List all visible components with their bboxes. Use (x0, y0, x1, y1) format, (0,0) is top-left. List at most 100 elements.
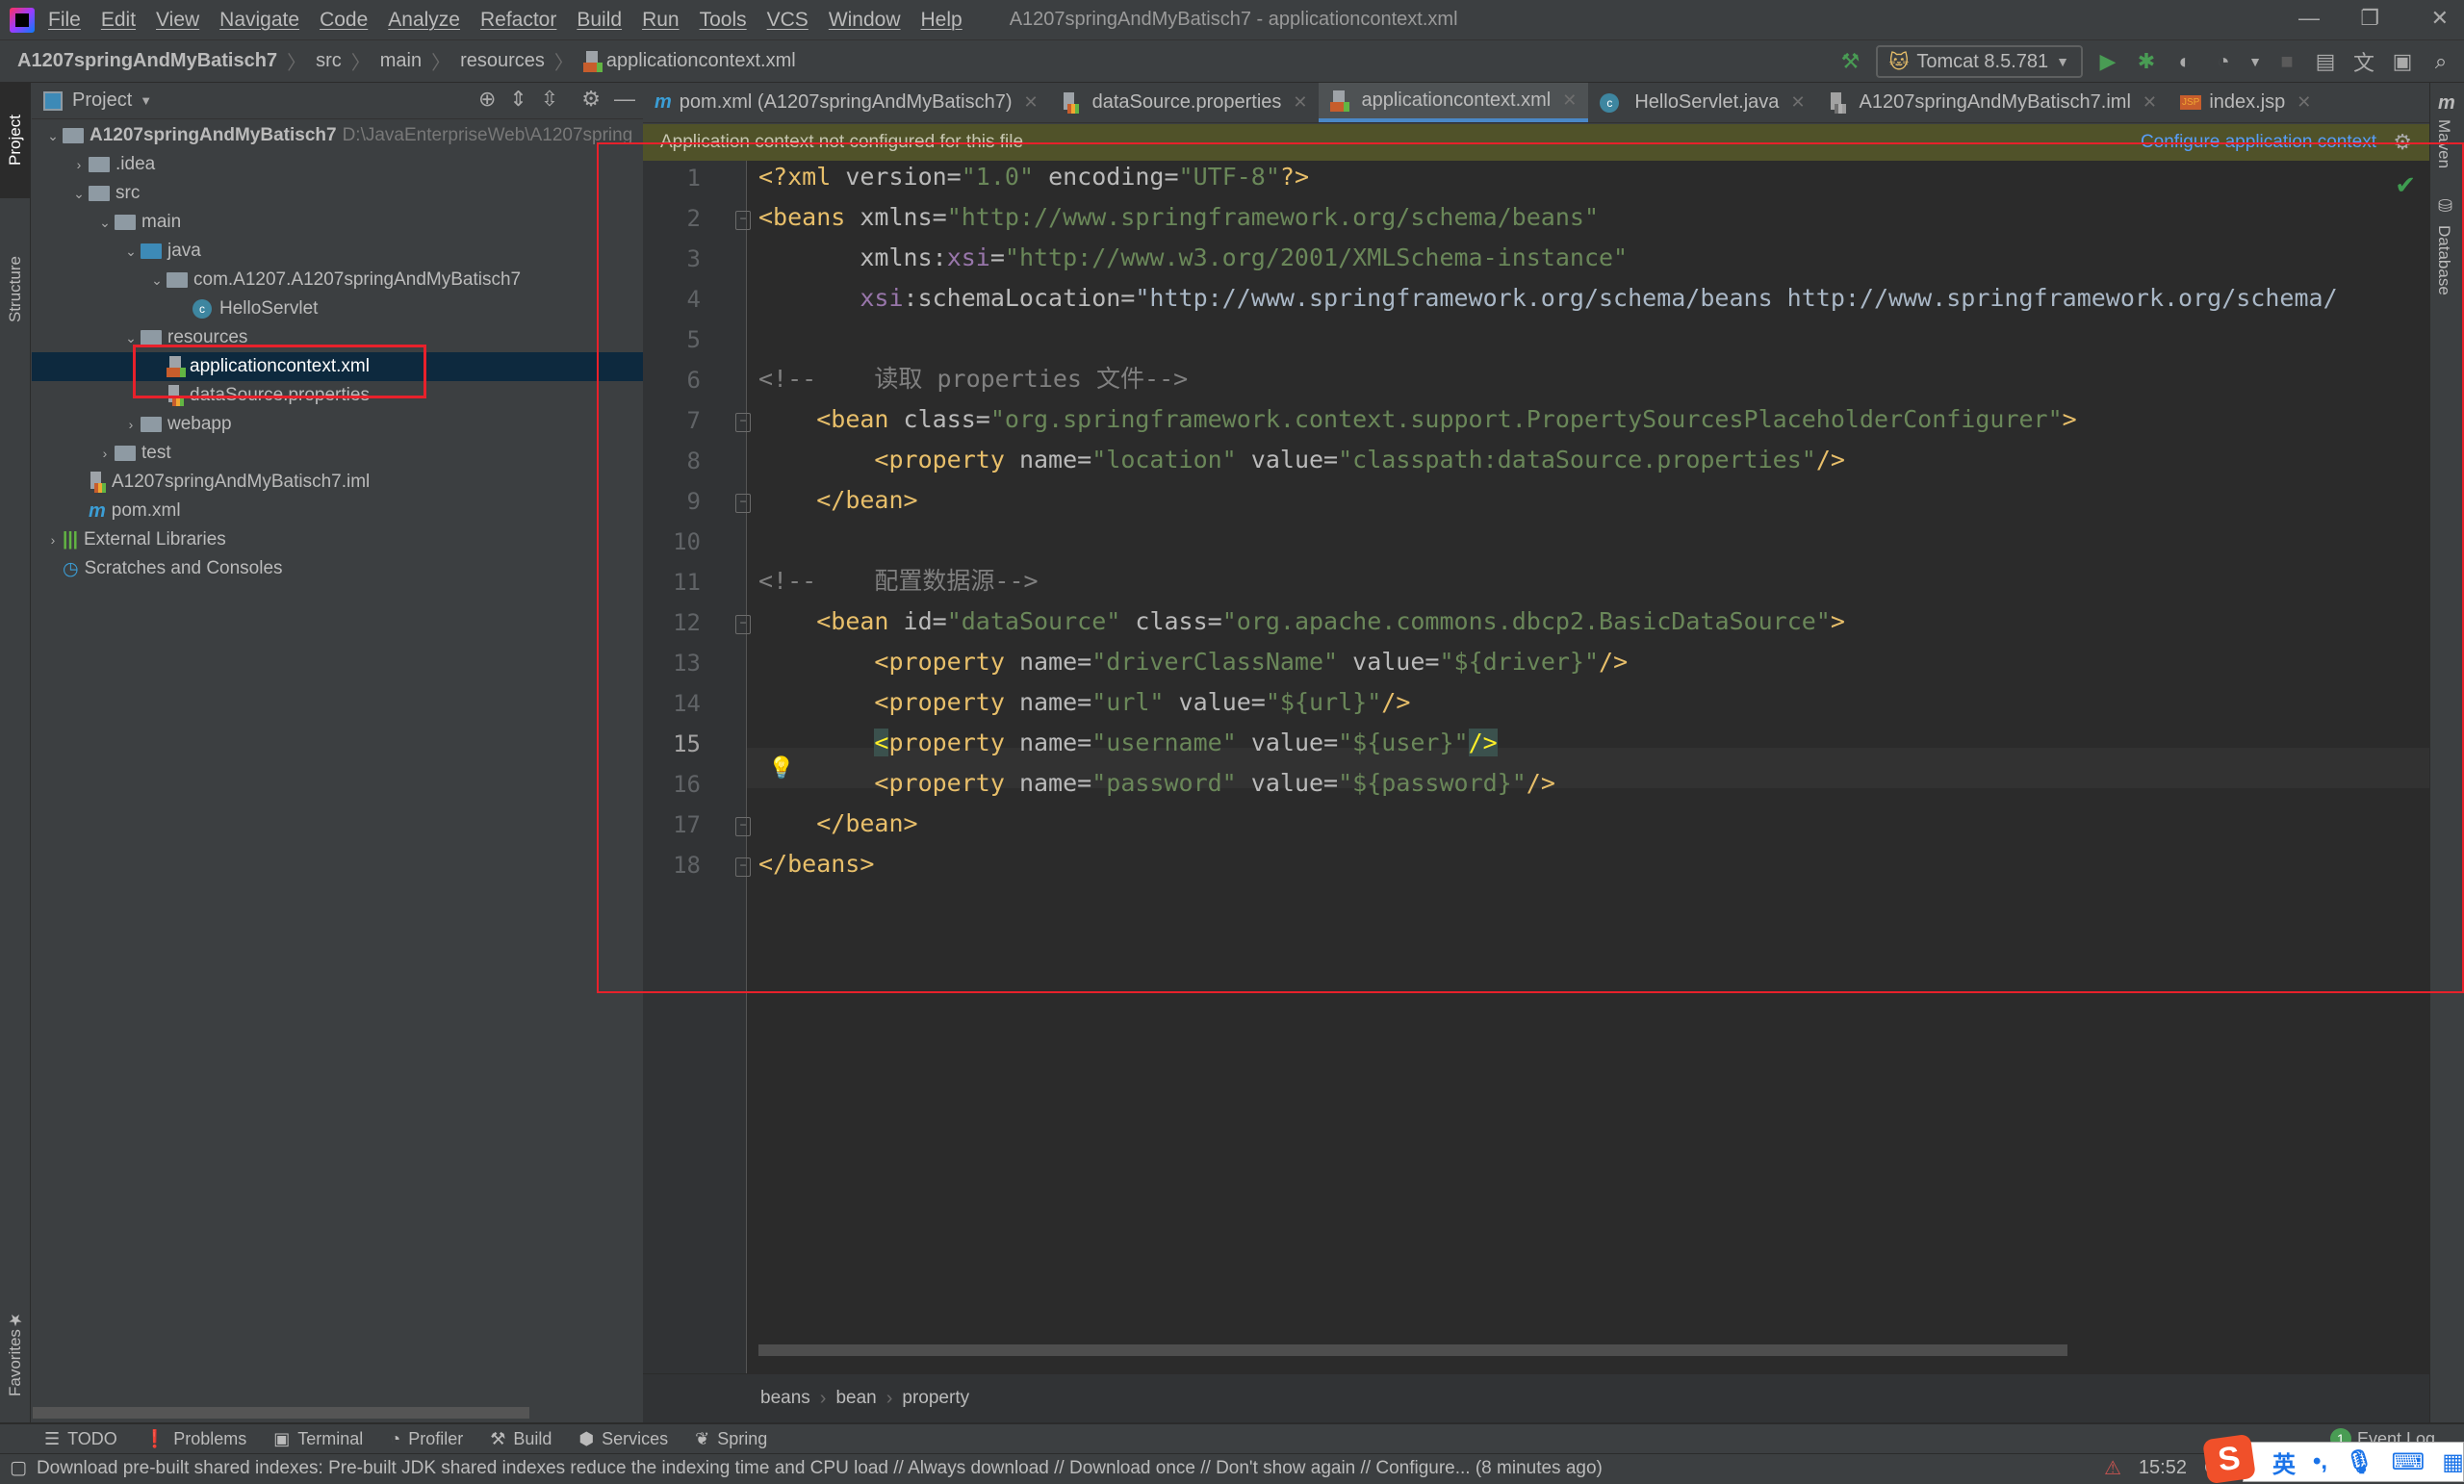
tool-problems[interactable]: ❗ Problems (144, 1429, 246, 1449)
tree-item[interactable]: A1207springAndMyBatisch7.iml (32, 468, 643, 497)
tab-label: HelloServlet.java (1634, 91, 1780, 113)
close-tab-icon[interactable]: ✕ (1293, 92, 1307, 113)
menu-edit[interactable]: Edit (101, 9, 136, 32)
chevron-down-icon[interactable]: ⌄ (121, 330, 141, 346)
menu-build[interactable]: Build (577, 9, 622, 32)
tab-index-jsp[interactable]: JSP index.jsp ✕ (2169, 83, 2323, 122)
tool-services[interactable]: ⬢ Services (578, 1429, 668, 1449)
keyboard-icon[interactable]: ⌨ (2392, 1448, 2426, 1476)
chevron-down-icon[interactable]: ⌄ (121, 243, 141, 260)
chevron-right-icon[interactable]: › (121, 417, 141, 432)
menu-navigate[interactable]: Navigate (219, 9, 299, 32)
run-icon[interactable]: ▶ (2094, 49, 2121, 74)
expand-all-icon[interactable]: ⇕ (509, 87, 526, 112)
coverage-icon[interactable]: ◐ (2171, 49, 2198, 74)
breadcrumb-project[interactable]: A1207springAndMyBatisch7 (17, 50, 277, 72)
chevron-down-icon[interactable]: ▼ (2248, 54, 2262, 69)
close-tab-icon[interactable]: ✕ (1562, 90, 1577, 111)
run-configuration-dropdown[interactable]: 🐱 Tomcat 8.5.781 ▼ (1875, 45, 2083, 78)
tree-item[interactable]: › .idea (32, 150, 643, 179)
tool-profiler[interactable]: ◔ Profiler (390, 1429, 463, 1449)
stop-icon[interactable]: ■ (2273, 49, 2300, 74)
tree-item[interactable]: m pom.xml (32, 497, 643, 525)
project-structure-icon[interactable]: ▤ (2312, 49, 2339, 74)
chevron-down-icon[interactable]: ⌄ (43, 128, 63, 144)
translate-icon[interactable]: 文 (2350, 46, 2377, 77)
menu-analyze[interactable]: Analyze (388, 9, 460, 32)
editor-crumb-beans[interactable]: beans (760, 1388, 810, 1409)
menu-view[interactable]: View (156, 9, 199, 32)
tree-item[interactable]: ◷ Scratches and Consoles (32, 554, 643, 583)
tree-item[interactable]: ⌄ main (32, 208, 643, 237)
project-horizontal-scrollbar[interactable] (33, 1407, 529, 1419)
debug-icon[interactable]: ✱ (2133, 49, 2160, 74)
microphone-icon[interactable]: 🎙 (2345, 1448, 2374, 1476)
build-hammer-icon[interactable]: ⚒ (1837, 49, 1864, 74)
tab-applicationcontext-xml[interactable]: applicationcontext.xml ✕ (1319, 83, 1589, 122)
structure-tool-tab[interactable]: Structure (0, 198, 31, 381)
ime-punctuation-toggle[interactable]: •, (2313, 1448, 2327, 1475)
tab-pom-xml[interactable]: m pom.xml (A1207springAndMyBatisch7) ✕ (643, 83, 1050, 122)
project-tool-tab[interactable]: Project (0, 83, 31, 198)
breadcrumb-resources[interactable]: resources (460, 50, 545, 72)
project-view-selector[interactable]: Project (72, 90, 132, 112)
chevron-right-icon[interactable]: › (95, 446, 115, 461)
menu-code[interactable]: Code (320, 9, 368, 32)
terminal-window-icon[interactable]: ▣ (2389, 49, 2416, 74)
tree-item[interactable]: ⌄ src (32, 179, 643, 208)
apps-grid-icon[interactable]: ▦ (2442, 1448, 2464, 1476)
editor-horizontal-scrollbar[interactable] (758, 1344, 2067, 1356)
chevron-right-icon[interactable]: › (43, 532, 63, 548)
ide-error-icon[interactable]: ⚠ (2104, 1456, 2121, 1480)
status-message[interactable]: Download pre-built shared indexes: Pre-b… (37, 1458, 1603, 1479)
menu-help[interactable]: Help (921, 9, 962, 32)
menu-tools[interactable]: Tools (700, 9, 747, 32)
close-tab-icon[interactable]: ✕ (1790, 92, 1805, 113)
tool-todo[interactable]: ☰ TODO (44, 1429, 117, 1449)
menu-refactor[interactable]: Refactor (480, 9, 556, 32)
tree-item[interactable]: › test (32, 439, 643, 468)
close-tab-icon[interactable]: ✕ (2143, 92, 2157, 113)
breadcrumb-src[interactable]: src (316, 50, 342, 72)
chevron-down-icon[interactable]: ▼ (140, 93, 152, 108)
tab-iml[interactable]: A1207springAndMyBatisch7.iml ✕ (1817, 83, 2169, 122)
breadcrumb-file[interactable]: applicationcontext.xml (606, 50, 796, 72)
tool-terminal[interactable]: ▣ Terminal (273, 1429, 363, 1449)
chevron-down-icon[interactable]: ⌄ (69, 186, 89, 202)
menu-window[interactable]: Window (829, 9, 901, 32)
ime-language-toggle[interactable]: 英 (2272, 1446, 2296, 1479)
toggle-tool-windows-icon[interactable]: ▢ (10, 1457, 27, 1479)
search-icon[interactable]: ⌕ (2427, 49, 2454, 74)
chevron-right-icon[interactable]: › (69, 157, 89, 172)
close-tab-icon[interactable]: ✕ (1024, 92, 1039, 113)
profile-icon[interactable]: ◔ (2210, 49, 2237, 74)
close-icon[interactable]: ✕ (2431, 6, 2449, 31)
menu-run[interactable]: Run (642, 9, 680, 32)
hide-panel-icon[interactable]: — (614, 87, 635, 112)
chevron-down-icon[interactable]: ⌄ (95, 215, 115, 231)
tool-spring[interactable]: ❦ Spring (695, 1429, 767, 1449)
locate-file-icon[interactable]: ⊕ (478, 87, 496, 112)
tree-item[interactable]: ⌄ A1207springAndMyBatisch7 D:\JavaEnterpr… (32, 121, 643, 150)
menu-file[interactable]: File (48, 9, 81, 32)
tree-item[interactable]: › ||| External Libraries (32, 525, 643, 554)
chevron-down-icon[interactable]: ⌄ (147, 272, 167, 289)
gear-icon[interactable]: ⚙ (581, 87, 601, 112)
close-tab-icon[interactable]: ✕ (2297, 92, 2311, 113)
minimize-icon[interactable]: — (2298, 6, 2320, 31)
restore-icon[interactable]: ❐ (2360, 6, 2379, 31)
favorites-tool-tab[interactable]: Favorites ★ (0, 1286, 31, 1420)
menu-vcs[interactable]: VCS (767, 9, 808, 32)
tree-item[interactable]: ⌄ java (32, 237, 643, 266)
tree-item[interactable]: c HelloServlet (32, 294, 643, 323)
tool-build[interactable]: ⚒ Build (490, 1429, 552, 1449)
collapse-all-icon[interactable]: ⇳ (541, 87, 558, 112)
tree-item[interactable]: › webapp (32, 410, 643, 439)
status-time[interactable]: 15:52 (2139, 1457, 2187, 1479)
editor-crumb-property[interactable]: property (902, 1388, 969, 1409)
tree-item[interactable]: ⌄ com.A1207.A1207springAndMyBatisch7 (32, 266, 643, 294)
tab-helloservlet-java[interactable]: c HelloServlet.java ✕ (1588, 83, 1816, 122)
breadcrumb-main[interactable]: main (380, 50, 422, 72)
editor-crumb-bean[interactable]: bean (835, 1388, 876, 1409)
tab-datasource-properties[interactable]: dataSource.properties ✕ (1050, 83, 1320, 122)
